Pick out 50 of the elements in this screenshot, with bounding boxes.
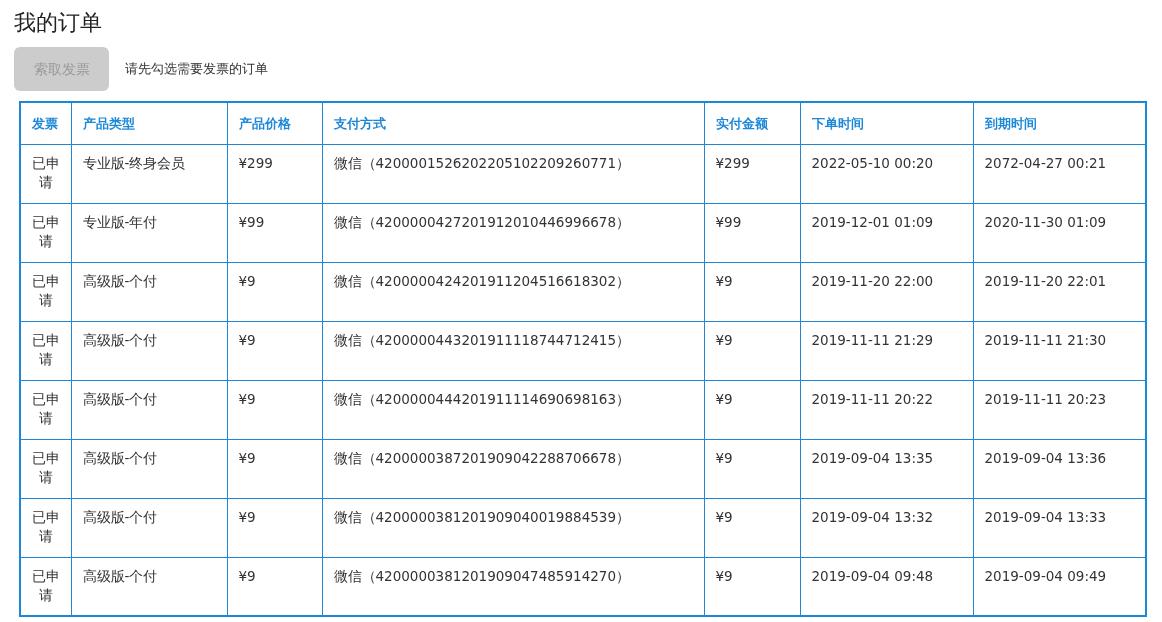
table-cell: 2019-11-11 21:29 bbox=[800, 321, 973, 380]
table-cell: 已申请 bbox=[20, 498, 71, 557]
table-cell: 专业版-终身会员 bbox=[71, 144, 227, 203]
table-cell: 2019-11-11 20:22 bbox=[800, 380, 973, 439]
table-cell: 已申请 bbox=[20, 439, 71, 498]
table-cell: ¥9 bbox=[227, 498, 322, 557]
table-cell: 微信（4200000387201909042288706678） bbox=[322, 439, 704, 498]
table-cell: ¥9 bbox=[227, 439, 322, 498]
table-cell: 微信（4200000444201911114690698163） bbox=[322, 380, 704, 439]
table-cell: ¥99 bbox=[227, 203, 322, 262]
table-cell: 已申请 bbox=[20, 321, 71, 380]
page-title: 我的订单 bbox=[14, 9, 102, 37]
table-cell: 微信（4200000443201911118744712415） bbox=[322, 321, 704, 380]
table-cell: 高级版-个付 bbox=[71, 380, 227, 439]
table-cell: 2022-05-10 00:20 bbox=[800, 144, 973, 203]
table-cell: ¥9 bbox=[704, 498, 800, 557]
table-cell: 微信（4200000424201911204516618302） bbox=[322, 262, 704, 321]
column-header: 产品价格 bbox=[227, 102, 322, 144]
table-cell: ¥299 bbox=[227, 144, 322, 203]
table-cell: 2019-11-20 22:00 bbox=[800, 262, 973, 321]
table-cell: ¥9 bbox=[704, 262, 800, 321]
table-cell: 已申请 bbox=[20, 203, 71, 262]
table-cell: 已申请 bbox=[20, 144, 71, 203]
table-cell: 高级版-个付 bbox=[71, 498, 227, 557]
column-header: 实付金额 bbox=[704, 102, 800, 144]
hint-text: 请先勾选需要发票的订单 bbox=[125, 60, 268, 79]
table-cell: 微信（4200000427201912010446996678） bbox=[322, 203, 704, 262]
table-cell: ¥99 bbox=[704, 203, 800, 262]
table-cell: 高级版-个付 bbox=[71, 262, 227, 321]
table-cell: 已申请 bbox=[20, 262, 71, 321]
table-cell: ¥9 bbox=[227, 380, 322, 439]
column-header: 发票 bbox=[20, 102, 71, 144]
table-cell: 已申请 bbox=[20, 380, 71, 439]
column-header: 支付方式 bbox=[322, 102, 704, 144]
table-cell: ¥9 bbox=[704, 380, 800, 439]
table-cell: 2019-09-04 13:35 bbox=[800, 439, 973, 498]
table-cell: 高级版-个付 bbox=[71, 321, 227, 380]
table-cell: 2019-12-01 01:09 bbox=[800, 203, 973, 262]
table-cell: ¥9 bbox=[227, 262, 322, 321]
table-cell: 2019-09-04 13:32 bbox=[800, 498, 973, 557]
column-header: 下单时间 bbox=[800, 102, 973, 144]
table-cell: 专业版-年付 bbox=[71, 203, 227, 262]
table-cell: 微信（4200001526202205102209260771） bbox=[322, 144, 704, 203]
table-cell: ¥9 bbox=[227, 321, 322, 380]
table-cell: ¥299 bbox=[704, 144, 800, 203]
table-cell: 高级版-个付 bbox=[71, 439, 227, 498]
table-cell: 微信（4200000381201909040019884539） bbox=[322, 498, 704, 557]
column-header: 产品类型 bbox=[71, 102, 227, 144]
table-cell: ¥9 bbox=[704, 321, 800, 380]
table-cell: ¥9 bbox=[704, 439, 800, 498]
